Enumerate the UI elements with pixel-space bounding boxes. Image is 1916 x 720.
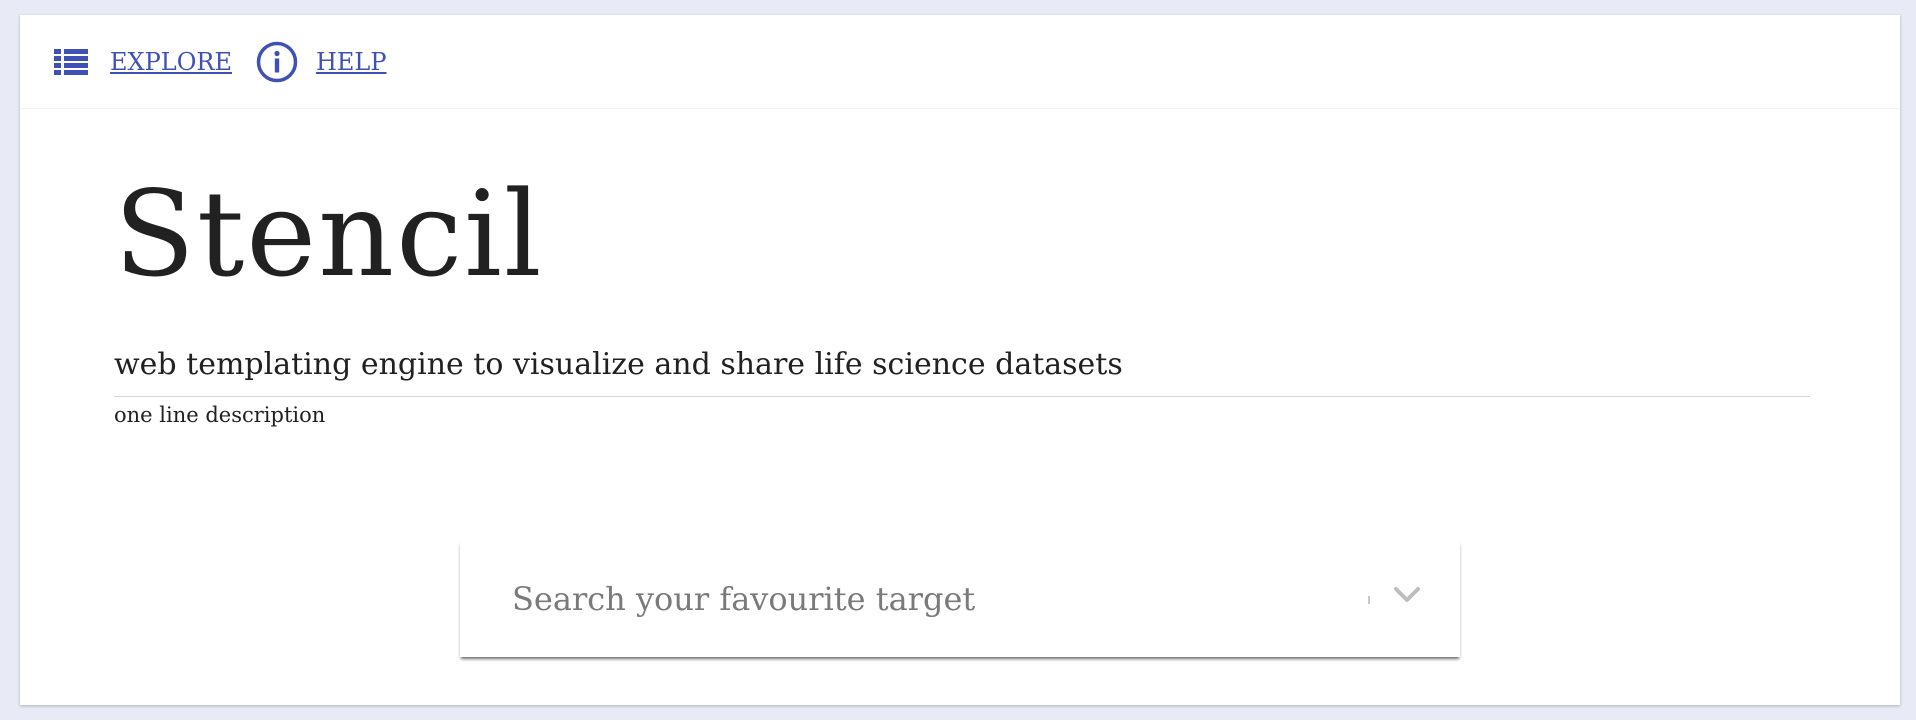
- hero-section: Stencil web templating engine to visuali…: [20, 109, 1900, 427]
- chevron-down-icon[interactable]: [1392, 585, 1422, 609]
- info-icon: [256, 41, 298, 83]
- nav-help-link[interactable]: HELP: [256, 41, 387, 83]
- list-icon: [54, 48, 88, 76]
- description-hint: one line description: [114, 403, 326, 427]
- nav-explore-label[interactable]: EXPLORE: [110, 48, 232, 76]
- description-value[interactable]: web templating engine to visualize and s…: [114, 347, 1810, 397]
- page-title: Stencil: [114, 165, 544, 303]
- nav-explore-link[interactable]: EXPLORE: [54, 48, 232, 76]
- top-nav: EXPLORE HELP: [20, 15, 1900, 109]
- search-input[interactable]: [510, 579, 1314, 619]
- search-separator: [1368, 596, 1370, 604]
- search-box[interactable]: [460, 541, 1460, 657]
- description-field[interactable]: web templating engine to visualize and s…: [114, 347, 1810, 427]
- main-card: EXPLORE HELP Stencil web templating engi…: [20, 15, 1900, 705]
- nav-help-label[interactable]: HELP: [316, 48, 387, 76]
